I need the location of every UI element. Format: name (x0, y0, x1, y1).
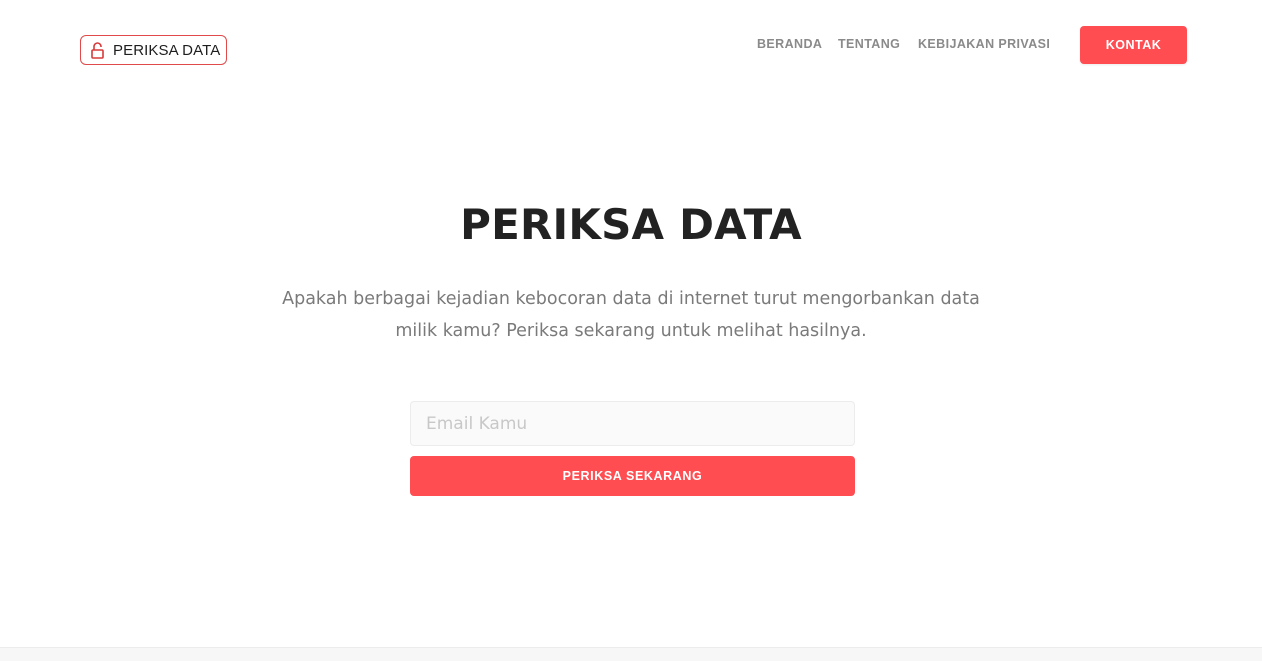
contact-button[interactable]: KONTAK (1080, 26, 1187, 64)
hero-description-line-2: milik kamu? Periksa sekarang untuk melih… (395, 321, 867, 341)
site-header: PERIKSA DATA BERANDA TENTANG KEBIJAKAN P… (0, 0, 1262, 90)
page: PERIKSA DATA BERANDA TENTANG KEBIJAKAN P… (0, 0, 1262, 661)
hero-title: PERIKSA DATA (460, 200, 802, 249)
logo-text: PERIKSA DATA (113, 41, 221, 59)
logo-link[interactable]: PERIKSA DATA (80, 35, 227, 65)
check-now-button[interactable]: PERIKSA SEKARANG (410, 456, 855, 496)
nav-link-beranda[interactable]: BERANDA (757, 37, 822, 51)
hero-description: Apakah berbagai kejadian kebocoran data … (270, 283, 992, 347)
email-input[interactable] (410, 401, 855, 446)
hero-description-line-1: Apakah berbagai kejadian kebocoran data … (282, 289, 980, 309)
nav-link-tentang[interactable]: TENTANG (838, 37, 900, 51)
nav-link-kebijakan-privasi[interactable]: KEBIJAKAN PRIVASI (918, 37, 1050, 51)
unlocked-padlock-icon (91, 41, 104, 59)
footer-edge (0, 647, 1262, 661)
